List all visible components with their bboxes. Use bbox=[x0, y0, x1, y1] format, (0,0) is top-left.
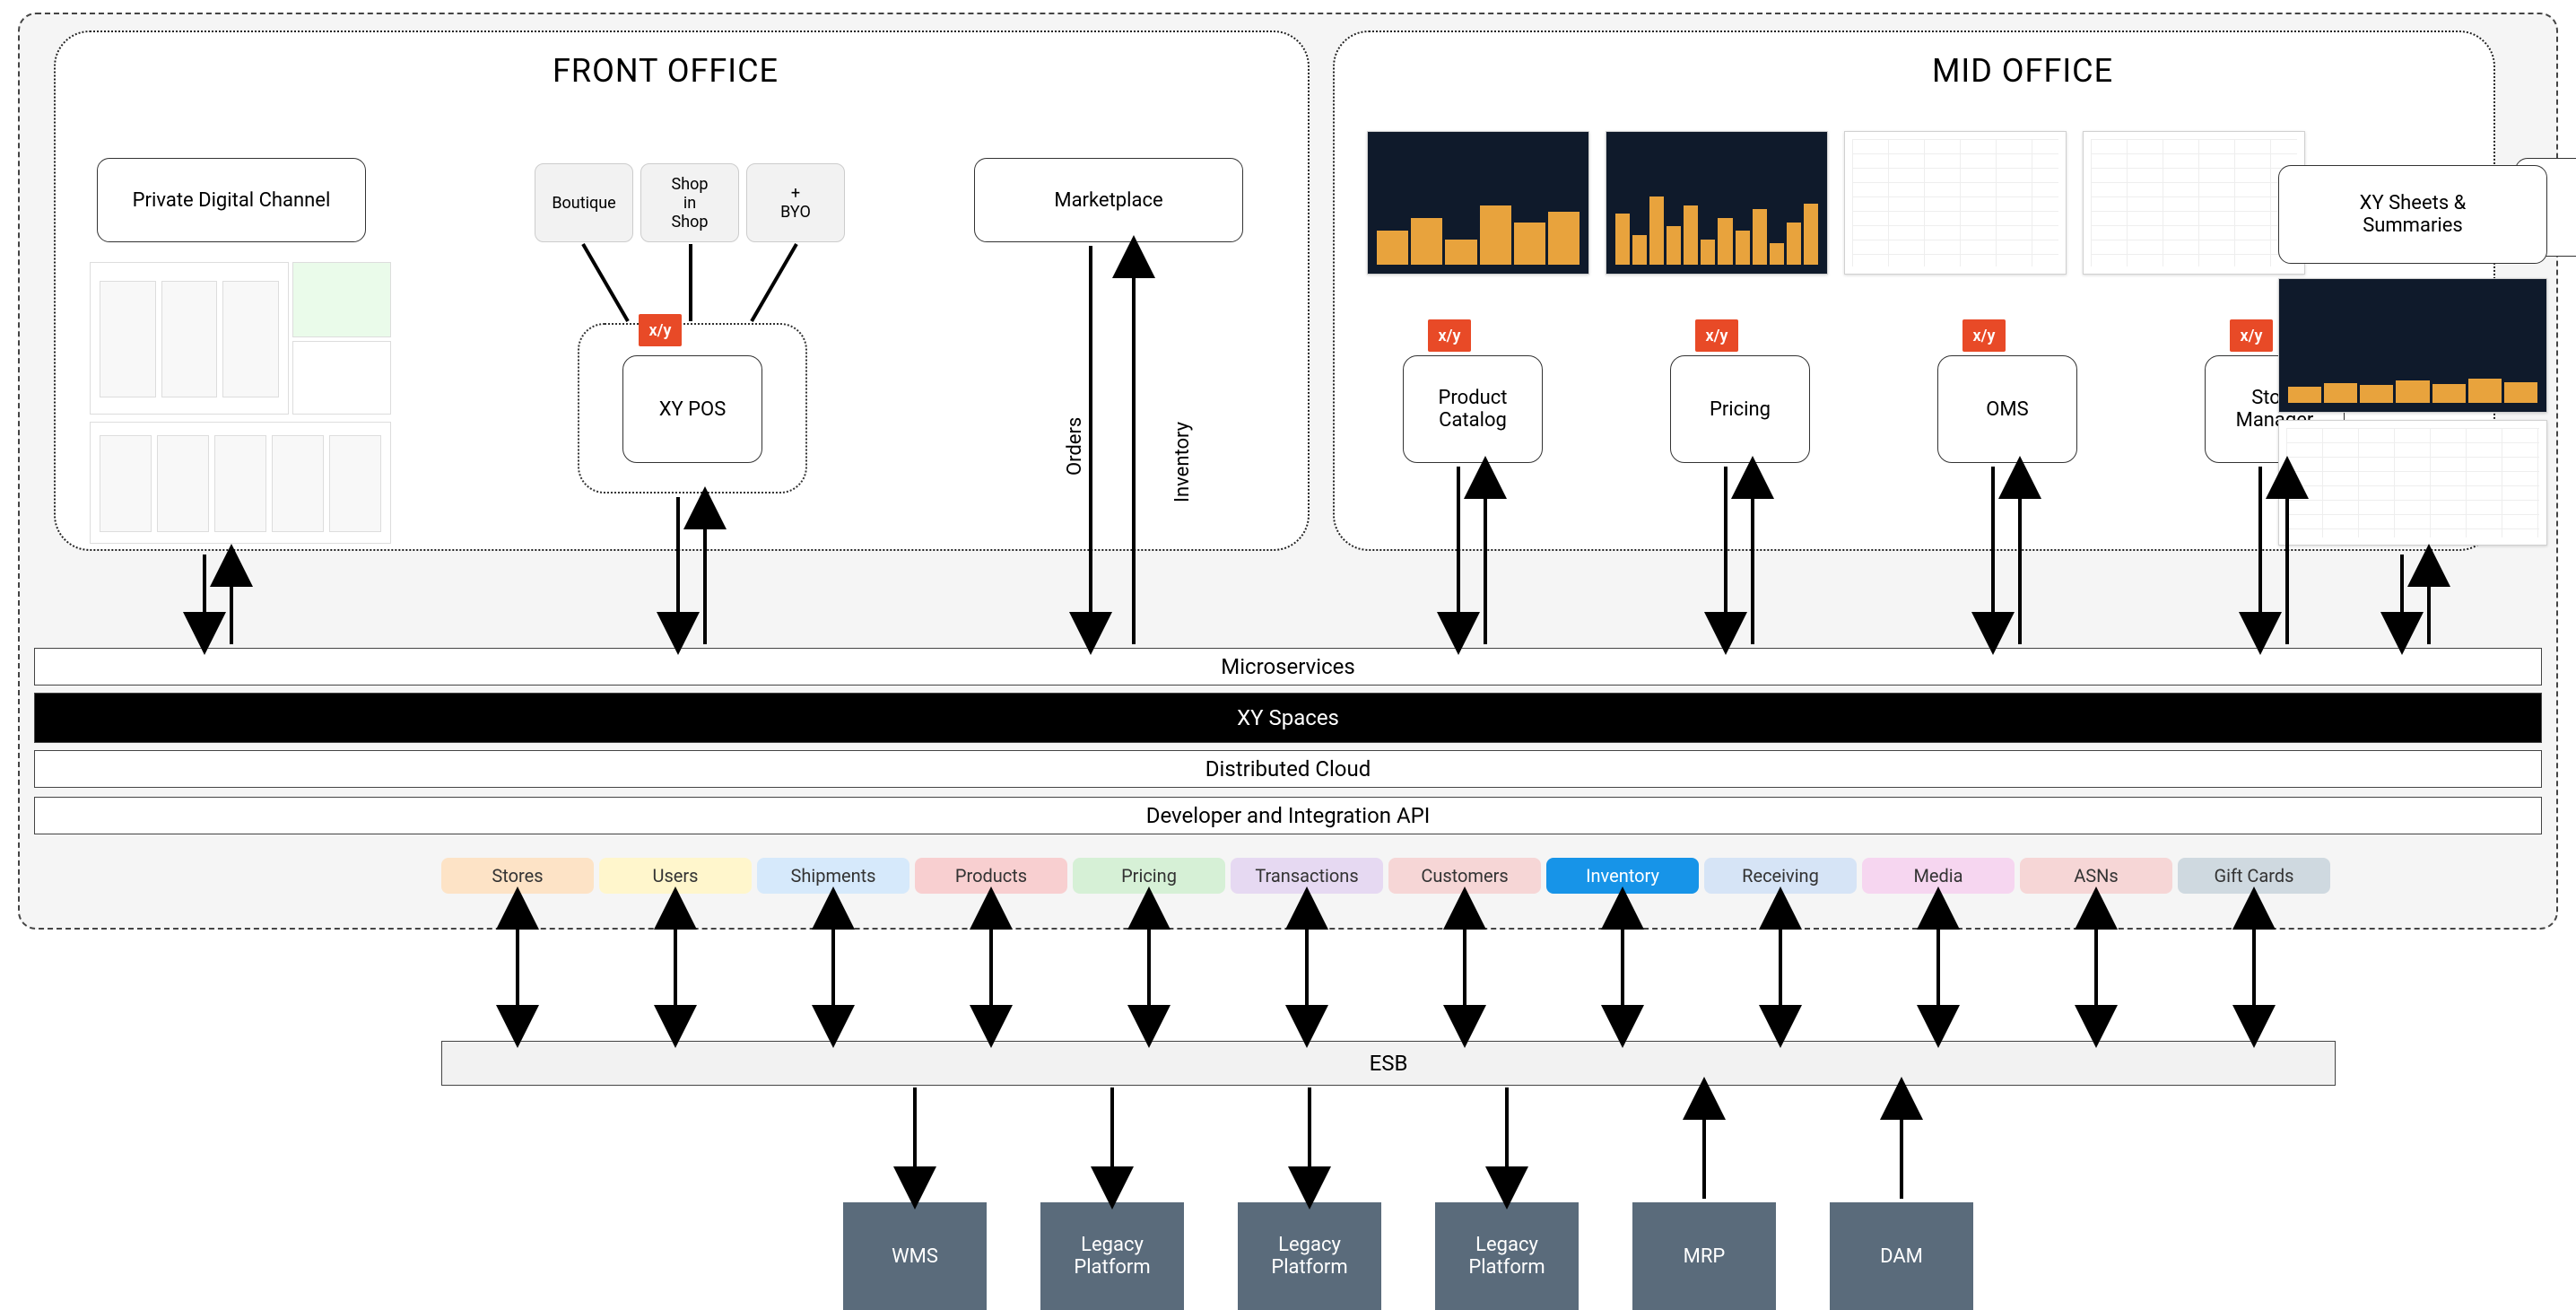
api-chip-products: Products bbox=[915, 858, 1067, 894]
private-digital-channel-label: Private Digital Channel bbox=[133, 189, 331, 212]
api-chip-customers: Customers bbox=[1388, 858, 1541, 894]
pos-chip-byo: + BYO bbox=[746, 163, 845, 242]
xy-tag-catalog: x/y bbox=[1428, 319, 1471, 352]
xy-sheets-thumb-2 bbox=[2278, 420, 2547, 546]
pdc-thumb-2 bbox=[292, 262, 391, 337]
pos-chip-boutique: Boutique bbox=[535, 163, 633, 242]
api-chip-transactions: Transactions bbox=[1231, 858, 1383, 894]
private-digital-channel-card: Private Digital Channel bbox=[97, 158, 366, 242]
api-chip-shipments: Shipments bbox=[757, 858, 909, 894]
pos-chip-sis-label: Shop in Shop bbox=[672, 175, 709, 231]
inventory-label: Inventory bbox=[1171, 422, 1194, 502]
pos-chip-shop-in-shop: Shop in Shop bbox=[640, 163, 739, 242]
xy-tag-pos: x/y bbox=[639, 314, 682, 346]
marketplace-label: Marketplace bbox=[1054, 189, 1162, 212]
pricing-label: Pricing bbox=[1710, 398, 1771, 421]
product-catalog-card: Product Catalog bbox=[1403, 355, 1543, 463]
distributed-cloud-layer: Distributed Cloud bbox=[34, 750, 2542, 788]
system-legacy-platform: Legacy Platform bbox=[1040, 1202, 1184, 1310]
pricing-card: Pricing bbox=[1670, 355, 1810, 463]
mid-thumb-pricing bbox=[1606, 131, 1828, 275]
mid-thumb-catalog bbox=[1367, 131, 1589, 275]
marketplace-card: Marketplace bbox=[974, 158, 1243, 242]
pdc-thumb-1 bbox=[90, 262, 289, 415]
pdc-thumb-4 bbox=[90, 422, 391, 544]
xy-spaces-label: XY Spaces bbox=[1237, 705, 1339, 730]
mid-thumb-store bbox=[2083, 131, 2305, 275]
system-legacy-platform: Legacy Platform bbox=[1238, 1202, 1381, 1310]
system-legacy-platform: Legacy Platform bbox=[1435, 1202, 1579, 1310]
pdc-thumb-3 bbox=[292, 341, 391, 415]
oms-label: OMS bbox=[1986, 398, 2028, 421]
xy-tag-pricing: x/y bbox=[1695, 319, 1738, 352]
microservices-label: Microservices bbox=[1221, 654, 1355, 679]
product-catalog-label: Product Catalog bbox=[1439, 387, 1508, 432]
system-dam: DAM bbox=[1830, 1202, 1973, 1310]
api-chip-asns: ASNs bbox=[2020, 858, 2172, 894]
xy-spaces-layer: XY Spaces bbox=[34, 693, 2542, 743]
mid-office-title: MID OFFICE bbox=[1932, 52, 2113, 90]
xy-sheets: XY Sheets & Summaries bbox=[2278, 165, 2547, 264]
dev-api-layer: Developer and Integration API bbox=[34, 797, 2542, 834]
front-office-title: FRONT OFFICE bbox=[553, 52, 779, 90]
esb-label: ESB bbox=[1370, 1051, 1408, 1076]
api-chip-users: Users bbox=[599, 858, 752, 894]
xy-pos-card: XY POS bbox=[622, 355, 762, 463]
api-chip-media: Media bbox=[1862, 858, 2015, 894]
xy-sheets-label: XY Sheets & Summaries bbox=[2360, 192, 2467, 237]
xy-tag-oms: x/y bbox=[1962, 319, 2006, 352]
distributed-cloud-label: Distributed Cloud bbox=[1205, 756, 1371, 782]
oms-card: OMS bbox=[1937, 355, 2077, 463]
api-chip-inventory: Inventory bbox=[1546, 858, 1699, 894]
api-chip-stores: Stores bbox=[441, 858, 594, 894]
system-mrp: MRP bbox=[1632, 1202, 1776, 1310]
xy-tag-store: x/y bbox=[2230, 319, 2273, 352]
api-chip-pricing: Pricing bbox=[1073, 858, 1225, 894]
pos-chip-byo-label: + BYO bbox=[780, 184, 811, 222]
api-chips-row: StoresUsersShipmentsProductsPricingTrans… bbox=[441, 858, 2330, 894]
esb-layer: ESB bbox=[441, 1041, 2336, 1086]
api-chip-receiving: Receiving bbox=[1704, 858, 1857, 894]
dev-api-label: Developer and Integration API bbox=[1146, 803, 1431, 828]
orders-label: Orders bbox=[1064, 417, 1086, 476]
microservices-layer: Microservices bbox=[34, 648, 2542, 686]
api-chip-gift-cards: Gift Cards bbox=[2178, 858, 2330, 894]
mid-thumb-oms bbox=[1844, 131, 2067, 275]
xy-pos-label: XY POS bbox=[659, 398, 727, 421]
system-wms: WMS bbox=[843, 1202, 987, 1310]
pos-chip-boutique-label: Boutique bbox=[552, 194, 615, 213]
xy-sheets-thumb-1 bbox=[2278, 278, 2547, 413]
